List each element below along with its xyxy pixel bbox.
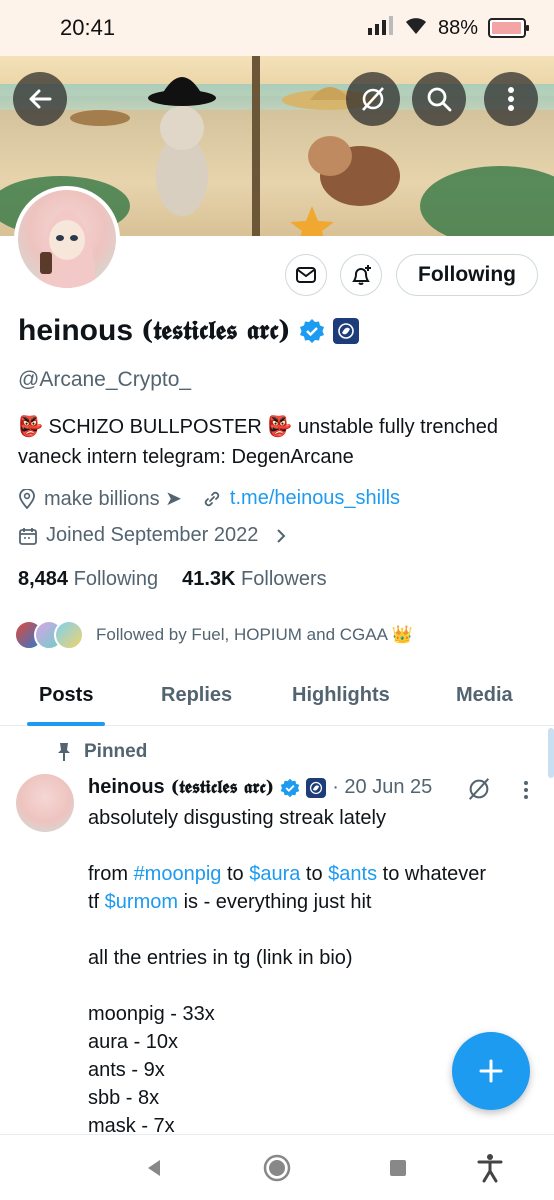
tweet-line: absolutely disgusting streak lately — [88, 807, 386, 829]
pin-icon — [58, 743, 70, 761]
tweet-date[interactable]: · 20 Jun 25 — [332, 776, 432, 799]
bell-plus-icon — [352, 265, 371, 285]
tweet-line: all the entries in tg (link in bio) — [88, 947, 353, 969]
location-pin-icon — [19, 488, 35, 509]
tweet-avatar[interactable] — [16, 774, 74, 832]
profile-bio: 👺 SCHIZO BULLPOSTER 👺 unstable fully tre… — [18, 412, 538, 472]
tweet-author-name[interactable]: heinous — [88, 776, 165, 799]
followed-by-text: Followed by Fuel, HOPIUM and CGAA 👑 — [96, 625, 413, 644]
tab-highlights[interactable]: Highlights — [292, 684, 390, 707]
status-icons: 88% — [367, 15, 529, 41]
status-bar: 20:41 88% — [0, 0, 554, 56]
search-button[interactable] — [412, 72, 466, 126]
status-time: 20:41 — [60, 15, 116, 40]
profile-tabs: Posts Replies Highlights Media — [0, 670, 554, 726]
pinned-label: Pinned — [84, 741, 148, 762]
active-tab-indicator — [27, 722, 105, 726]
tab-replies[interactable]: Replies — [161, 684, 232, 707]
grok-button[interactable] — [346, 72, 400, 126]
bio-line: 👺 SCHIZO BULLPOSTER 👺 unstable fully tre… — [18, 416, 498, 438]
tab-media[interactable]: Media — [456, 684, 513, 707]
search-icon — [427, 87, 452, 112]
verified-badge-icon[interactable] — [299, 318, 325, 344]
calendar-icon — [19, 527, 37, 545]
tweet-more-icon[interactable] — [523, 780, 529, 800]
display-name: heinous — [18, 314, 134, 347]
plus-icon — [479, 1059, 503, 1083]
grok-icon[interactable] — [466, 776, 492, 802]
envelope-icon — [296, 267, 316, 283]
hashtag-link[interactable]: #moonpig — [134, 863, 222, 885]
following-label: Following — [73, 568, 159, 590]
avatar-illustration — [38, 208, 96, 288]
compose-button[interactable] — [452, 1032, 530, 1110]
profile-joined-row[interactable]: Joined September 2022 — [18, 524, 288, 547]
profile-name-row: heinous (𝖙𝖊𝖘𝖙𝖎𝖈𝖑𝖊𝖘 𝖆𝖗𝖈) — [18, 314, 359, 348]
signal-icon — [367, 15, 394, 41]
pinned-label-row: Pinned — [56, 741, 147, 763]
cashtag-link[interactable]: $ants — [328, 863, 377, 885]
followed-by-row[interactable]: Followed by Fuel, HOPIUM and CGAA 👑 — [14, 620, 413, 650]
system-nav-bar — [0, 1134, 554, 1200]
chevron-right-icon — [277, 528, 286, 543]
bio-line: vaneck intern telegram: DegenArcane — [18, 446, 354, 468]
follow-counts: 8,484 Following 41.3K Followers — [18, 568, 327, 591]
profile-link[interactable]: t.me/heinous_shills — [230, 487, 400, 510]
nav-back-button[interactable] — [137, 1151, 171, 1185]
tweet-list-item: moonpig - 33x — [88, 1003, 215, 1025]
tweet-author-suffix: (𝖙𝖊𝖘𝖙𝖎𝖈𝖑𝖊𝖘 𝖆𝖗𝖈) — [170, 777, 275, 798]
more-vertical-icon — [508, 87, 514, 111]
battery-percent: 88% — [437, 16, 478, 39]
following-count: 8,484 — [18, 568, 69, 590]
profile-meta-row: make billions ➤ t.me/heinous_shills — [18, 486, 400, 511]
notify-button[interactable] — [340, 254, 382, 296]
triangle-back-icon — [148, 1160, 160, 1176]
display-name-suffix: (𝖙𝖊𝖘𝖙𝖎𝖈𝖑𝖊𝖘 𝖆𝖗𝖈) — [141, 315, 291, 346]
profile-location: make billions ➤ — [44, 488, 182, 510]
link-icon — [204, 491, 220, 506]
back-arrow-icon — [29, 89, 52, 109]
affiliate-badge-icon — [306, 777, 327, 798]
tweet-line: tf $urmom is - everything just hit — [88, 891, 372, 913]
grok-icon — [362, 87, 384, 111]
profile-avatar[interactable] — [14, 186, 120, 292]
battery-icon — [488, 18, 529, 38]
followers-count: 41.3K — [182, 568, 236, 590]
following-count-link[interactable]: 8,484 Following — [18, 568, 158, 591]
message-button[interactable] — [285, 254, 327, 296]
wifi-icon — [404, 15, 428, 41]
tweet-header: heinous (𝖙𝖊𝖘𝖙𝖎𝖈𝖑𝖊𝖘 𝖆𝖗𝖈) · 20 Jun 25 — [88, 776, 432, 799]
nav-home-button[interactable] — [260, 1151, 294, 1185]
square-recents-icon — [390, 1160, 406, 1176]
scrollbar-thumb[interactable] — [548, 728, 554, 778]
followed-by-avatars — [14, 620, 84, 650]
accessibility-icon — [477, 1154, 503, 1183]
more-button[interactable] — [484, 72, 538, 126]
verified-badge-icon — [280, 778, 300, 797]
following-button[interactable]: Following — [396, 254, 538, 296]
tab-posts[interactable]: Posts — [39, 684, 93, 707]
profile-handle: @Arcane_Crypto_ — [18, 368, 192, 391]
avatar — [54, 620, 84, 650]
followers-count-link[interactable]: 41.3K Followers — [182, 568, 327, 591]
affiliate-badge-icon[interactable] — [332, 318, 359, 344]
circle-home-icon — [263, 1154, 291, 1182]
cashtag-link[interactable]: $aura — [249, 863, 300, 885]
tweet-line: from #moonpig to $aura to $ants to whate… — [88, 863, 487, 885]
profile-joined: Joined September 2022 — [46, 524, 259, 546]
accessibility-button[interactable] — [473, 1151, 507, 1185]
back-button[interactable] — [13, 72, 67, 126]
nav-recents-button[interactable] — [381, 1151, 415, 1185]
followers-label: Followers — [241, 568, 327, 590]
cashtag-link[interactable]: $urmom — [105, 891, 178, 913]
